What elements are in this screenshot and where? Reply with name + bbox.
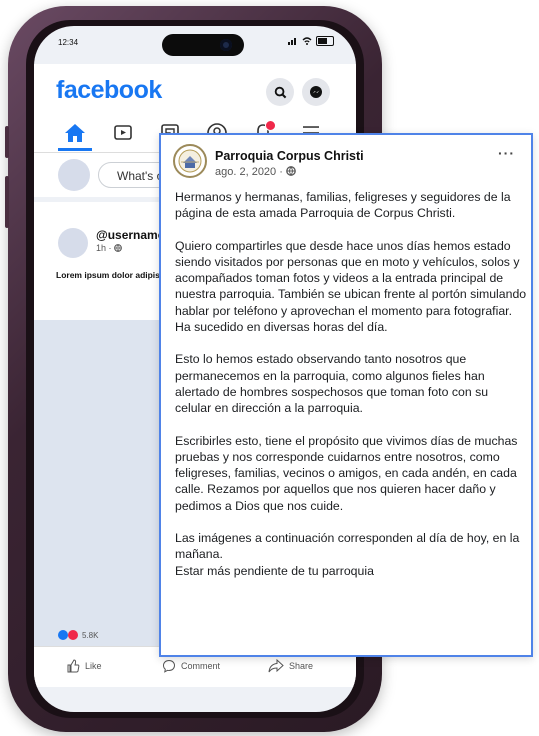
paragraph-3: Esto lo hemos estado observando tanto no… [175, 352, 489, 416]
like-reaction-icon [58, 630, 68, 640]
post-body: Hermanos y hermanas, familias, feligrese… [175, 189, 527, 579]
post-avatar[interactable] [58, 228, 88, 258]
side-button-left [5, 126, 9, 158]
search-icon [274, 86, 286, 98]
reactions-count: 5.8K [82, 630, 99, 640]
comment-icon [162, 659, 176, 673]
page-name[interactable]: Parroquia Corpus Christi [215, 149, 364, 163]
church-seal-icon [178, 149, 202, 173]
paragraph-4: Escribirles esto, tiene el propósito que… [175, 433, 518, 513]
like-button[interactable]: Like [66, 659, 102, 673]
wifi-icon [302, 37, 312, 45]
post-date-text: ago. 2, 2020 · [215, 166, 286, 178]
globe-icon [114, 244, 122, 252]
reactions-summary[interactable]: 5.8K [58, 630, 98, 640]
notification-badge [265, 120, 276, 131]
highlighted-post-card: Parroquia Corpus Christi ago. 2, 2020 · … [159, 133, 533, 657]
share-button[interactable]: Share [268, 659, 313, 673]
tab-home[interactable] [60, 120, 90, 146]
messenger-button[interactable] [302, 78, 330, 106]
status-bar: 12:34 [34, 26, 356, 64]
thumbs-up-icon [67, 659, 80, 673]
facebook-logo[interactable]: facebook [56, 76, 162, 105]
final-line-1: Las imágenes a continuación corresponden… [175, 531, 520, 562]
post-time-text: 1h · [96, 243, 115, 253]
parish-logo[interactable] [173, 144, 207, 178]
camera-icon [220, 39, 232, 51]
more-options-button[interactable]: ··· [498, 145, 515, 161]
status-icons [288, 36, 334, 46]
search-button[interactable] [266, 78, 294, 106]
post-time: 1h · [96, 243, 122, 253]
side-button-left-2 [5, 176, 9, 228]
messenger-icon [310, 86, 322, 98]
signal-icon [288, 38, 296, 45]
love-reaction-icon [68, 630, 78, 640]
avatar[interactable] [58, 159, 90, 191]
paragraph-5: Las imágenes a continuación corresponden… [175, 530, 527, 579]
comment-button[interactable]: Comment [162, 659, 220, 673]
battery-icon [316, 36, 334, 46]
dynamic-island [162, 34, 244, 56]
post-date: ago. 2, 2020 · [215, 166, 296, 178]
comment-label: Comment [181, 661, 221, 671]
globe-icon [286, 166, 296, 176]
status-time: 12:34 [58, 38, 79, 47]
like-label: Like [85, 661, 102, 671]
share-icon [268, 659, 284, 673]
home-icon [65, 124, 85, 142]
share-label: Share [289, 661, 314, 671]
video-icon [114, 125, 132, 140]
post-username[interactable]: @username [96, 228, 164, 242]
tab-video[interactable] [108, 120, 138, 146]
fb-header: facebook [34, 64, 356, 114]
final-line-2: Estar más pendiente de tu parroquia [175, 563, 374, 578]
active-tab-indicator [58, 148, 92, 151]
paragraph-1: Hermanos y hermanas, familias, feligrese… [175, 190, 511, 221]
paragraph-2: Quiero compartirles que desde hace unos … [175, 238, 527, 335]
